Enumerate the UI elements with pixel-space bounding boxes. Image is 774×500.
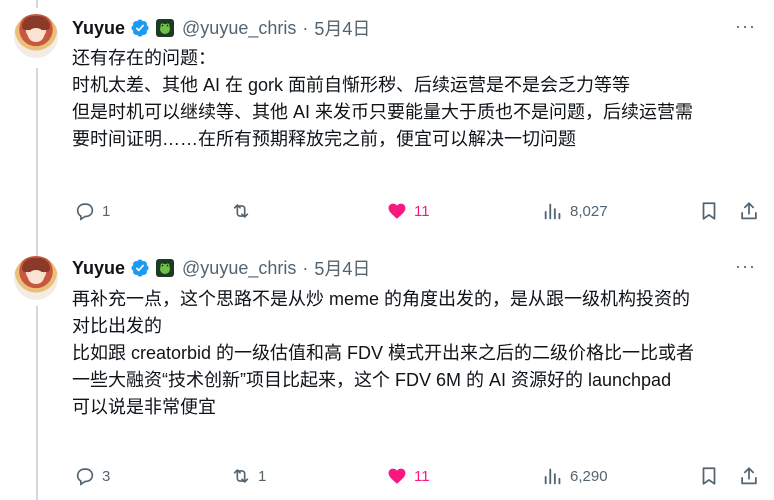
share-button[interactable]: [738, 464, 760, 488]
share-button[interactable]: [738, 199, 760, 223]
reply-count: 1: [102, 202, 111, 220]
author-name[interactable]: Yuyue: [72, 18, 125, 39]
views-icon: [544, 203, 561, 220]
share-icon: [741, 202, 757, 220]
action-bar: 3 1 11 6,290: [72, 464, 762, 488]
author-handle[interactable]: @yuyue_chris: [182, 258, 296, 279]
heart-icon: [388, 203, 406, 219]
tweet-header: Yuyue @yuyue_chris · 5月4日: [72, 256, 370, 280]
verified-badge-icon: [131, 19, 149, 37]
views-icon: [544, 468, 561, 485]
reply-icon: [76, 468, 94, 486]
views-count: 8,027: [570, 202, 608, 220]
tweet-body: 还有存在的问题： 时机太差、其他 AI 在 gork 面前自惭形秽、后续运营是不…: [72, 45, 762, 153]
reply-button[interactable]: 3: [74, 464, 110, 488]
tweet[interactable]: Yuyue @yuyue_chris · 5月4日 ··· 再补充一点，这个思路…: [0, 240, 774, 500]
views-button[interactable]: 6,290: [542, 464, 608, 488]
avatar[interactable]: [14, 256, 58, 300]
tweet-text-line: 要时间证明……在所有预期释放完之前，便宜可以解决一切问题: [72, 129, 576, 149]
frog-emoji-icon: [156, 19, 175, 37]
share-icon: [741, 467, 757, 485]
tweet[interactable]: Yuyue @yuyue_chris · 5月4日 ··· 还有存在的问题： 时…: [0, 0, 774, 240]
retweet-count: 1: [258, 467, 267, 485]
more-icon[interactable]: ···: [735, 256, 756, 277]
bookmark-icon: [702, 467, 716, 485]
avatar-face: [28, 28, 44, 42]
heart-icon: [388, 468, 406, 484]
like-button[interactable]: 11: [386, 199, 430, 223]
tweet-text-line: 一些大融资“技术创新”项目比起来，这个 FDV 6M 的 AI 资源好的 lau…: [72, 370, 672, 390]
tweet-text-line: 再补充一点，这个思路不是从炒 meme 的角度出发的，是从跟一级机构投资的: [72, 289, 691, 309]
tweet-text-line: 对比出发的: [72, 316, 162, 336]
tweet-date[interactable]: 5月4日: [314, 255, 370, 281]
tweet-header: Yuyue @yuyue_chris · 5月4日: [72, 16, 370, 40]
bookmark-icon: [702, 202, 716, 220]
separator-dot: ·: [302, 17, 309, 38]
tweet-text-line: 时机太差、其他 AI 在 gork 面前自惭形秽、后续运营是不是会乏力等等: [72, 75, 631, 95]
like-count: 11: [414, 202, 430, 220]
action-bar: 1 11 8,027: [72, 199, 762, 223]
tweet-date[interactable]: 5月4日: [314, 15, 370, 41]
author-handle[interactable]: @yuyue_chris: [182, 18, 296, 39]
reply-button[interactable]: 1: [74, 199, 110, 223]
reply-count: 3: [102, 467, 111, 485]
bookmark-button[interactable]: [698, 464, 720, 488]
tweet-text-line: 可以说是非常便宜: [72, 397, 216, 417]
author-name[interactable]: Yuyue: [72, 258, 125, 279]
views-button[interactable]: 8,027: [542, 199, 608, 223]
retweet-button[interactable]: [230, 199, 258, 223]
tweet-text-line: 比如跟 creatorbid 的一级估值和高 FDV 模式开出来之后的二级价格比…: [72, 343, 695, 363]
retweet-button[interactable]: 1: [230, 464, 266, 488]
like-button[interactable]: 11: [386, 464, 430, 488]
tweet-text-line: 但是时机可以继续等、其他 AI 来发币只要能量大于质也不是问题，后续运营需: [72, 102, 694, 122]
separator-dot: ·: [302, 257, 309, 278]
like-count: 11: [414, 467, 430, 485]
retweet-icon: [233, 204, 249, 218]
bookmark-button[interactable]: [698, 199, 720, 223]
views-count: 6,290: [570, 467, 608, 485]
tweet-text-line: 还有存在的问题：: [72, 48, 216, 68]
verified-badge-icon: [131, 259, 149, 277]
frog-emoji-icon: [156, 259, 175, 277]
more-icon[interactable]: ···: [735, 16, 756, 37]
avatar-face: [28, 270, 44, 284]
retweet-icon: [233, 469, 249, 483]
tweet-body: 再补充一点，这个思路不是从炒 meme 的角度出发的，是从跟一级机构投资的 对比…: [72, 286, 762, 421]
avatar[interactable]: [14, 14, 58, 58]
reply-icon: [76, 203, 94, 221]
